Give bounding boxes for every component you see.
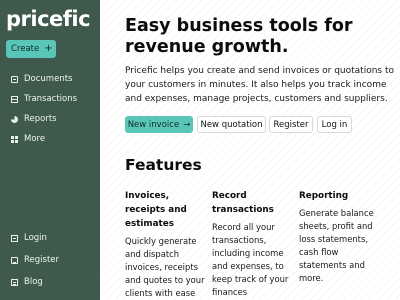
login-button[interactable]: Log in [317, 116, 352, 133]
feature-invoices: Invoices, receipts and estimates Quickly… [125, 189, 205, 300]
sidebar-item-label: Documents [24, 74, 73, 84]
create-button[interactable]: Create + [6, 40, 56, 58]
feature-title: Invoices, receipts and estimates [125, 191, 187, 229]
sidebar-item-label: Transactions [24, 94, 78, 104]
feature-body: Generate balance sheets, profit and loss… [299, 208, 374, 283]
sidebar-item-label: Blog [24, 277, 43, 287]
feature-transactions: Record transactions Record all your tran… [212, 189, 292, 300]
arrow-right-icon: → [183, 119, 191, 130]
sidebar-item-register[interactable]: Register [11, 253, 59, 267]
create-button-label: Create [11, 44, 40, 54]
sidebar: pricefic Create + Documents Transactions… [0, 0, 100, 300]
list-icon [11, 95, 18, 103]
register-button[interactable]: Register [269, 116, 313, 133]
plus-icon: + [44, 43, 53, 54]
new-invoice-label: New invoice [127, 119, 180, 130]
new-quotation-button[interactable]: New quotation [197, 116, 266, 133]
feature-title: Reporting [299, 191, 349, 201]
sidebar-item-label: Reports [24, 114, 57, 124]
document-icon [11, 75, 18, 83]
sidebar-item-label: Register [24, 255, 59, 265]
sidebar-item-documents[interactable]: Documents [11, 72, 72, 86]
hero-title: Easy business tools for revenue growth. [125, 16, 353, 57]
sidebar-item-label: Login [24, 233, 47, 243]
feature-title: Record transactions [212, 191, 274, 215]
register-icon [11, 256, 18, 264]
sidebar-item-blog[interactable]: Blog [11, 275, 43, 289]
pie-chart-icon [11, 115, 18, 123]
login-icon [11, 234, 18, 242]
hero-description: Pricefic helps you create and send invoi… [125, 66, 394, 104]
feature-body: Quickly generate and dispatch invoices, … [125, 236, 205, 298]
logo[interactable]: pricefic [6, 7, 91, 31]
sidebar-item-more[interactable]: More [11, 132, 45, 146]
sidebar-item-transactions[interactable]: Transactions [11, 92, 77, 106]
sidebar-item-label: More [24, 134, 46, 144]
new-invoice-button[interactable]: New invoice → [125, 116, 193, 133]
feature-body: Record all your transactions, including … [212, 222, 289, 297]
grid-icon [11, 135, 18, 143]
sidebar-item-login[interactable]: Login [11, 231, 47, 245]
features-title: Features [125, 156, 202, 174]
sidebar-item-reports[interactable]: Reports [11, 112, 57, 126]
main-content: Easy business tools for revenue growth. … [100, 0, 400, 300]
feature-reporting: Reporting Generate balance sheets, profi… [299, 189, 381, 285]
blog-icon [11, 278, 18, 286]
